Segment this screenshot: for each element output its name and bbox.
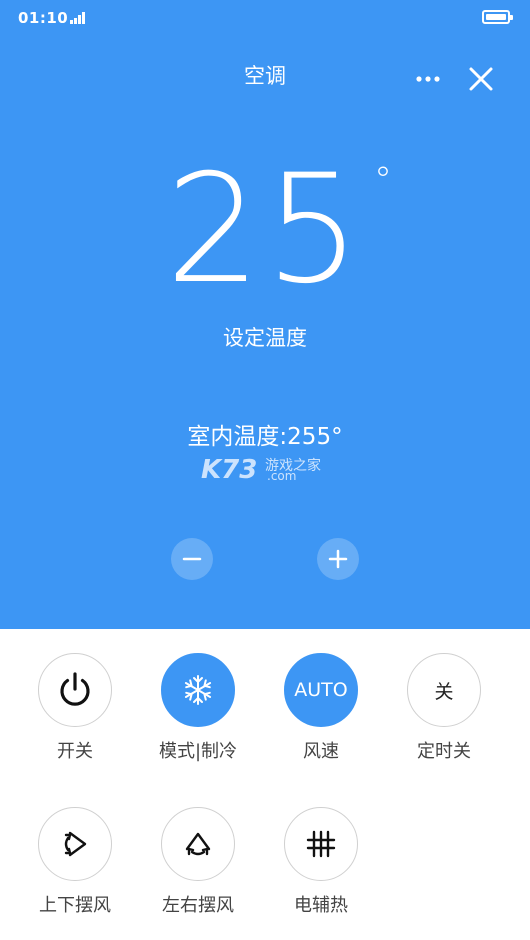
- power-button[interactable]: [38, 653, 112, 727]
- timer-off-control[interactable]: 关 定时关: [389, 653, 499, 763]
- vertical-swing-button[interactable]: [38, 807, 112, 881]
- horizontal-swing-icon: [185, 832, 211, 856]
- electric-heat-control[interactable]: 电辅热: [266, 807, 376, 917]
- set-temperature-label: 设定温度: [223, 326, 307, 350]
- increase-temperature-button[interactable]: [317, 538, 359, 580]
- fan-speed-control[interactable]: AUTO 风速: [266, 653, 376, 763]
- fan-speed-label: 风速: [303, 741, 339, 762]
- mode-label: 模式|制冷: [158, 741, 238, 762]
- signal-icon: [70, 12, 88, 24]
- close-icon[interactable]: [467, 65, 495, 93]
- snowflake-icon: [184, 675, 212, 705]
- page-title: 空调: [244, 64, 286, 88]
- set-temperature-value: 25: [165, 143, 365, 317]
- battery-icon: [482, 10, 513, 24]
- minus-icon: [182, 557, 202, 561]
- status-time: 01:10: [18, 9, 69, 27]
- temperature-unit: °: [374, 160, 392, 201]
- power-label: 开关: [57, 741, 93, 762]
- header-panel: 01:10 空调 25 ° 设定温度 室内温度:255° K73 游戏之家 .c…: [0, 0, 530, 629]
- fan-speed-button[interactable]: AUTO: [284, 653, 358, 727]
- mode-button[interactable]: [161, 653, 235, 727]
- horizontal-swing-control[interactable]: 左右摆风: [143, 807, 253, 917]
- power-icon: [60, 672, 90, 706]
- timer-off-label: 定时关: [417, 741, 471, 762]
- vertical-swing-control[interactable]: 上下摆风: [20, 807, 130, 917]
- mode-control[interactable]: 模式|制冷: [143, 653, 253, 763]
- more-icon[interactable]: [414, 66, 442, 90]
- indoor-temperature: 室内温度:255°: [187, 424, 343, 450]
- watermark-brand: K73: [201, 455, 258, 485]
- horizontal-swing-button[interactable]: [161, 807, 235, 881]
- watermark-domain: .com: [267, 469, 297, 483]
- timer-off-value: 关: [434, 680, 454, 703]
- vertical-swing-label: 上下摆风: [39, 895, 111, 916]
- decrease-temperature-button[interactable]: [171, 538, 213, 580]
- fan-speed-value: AUTO: [294, 679, 348, 701]
- horizontal-swing-label: 左右摆风: [162, 895, 234, 916]
- electric-heat-label: 电辅热: [294, 895, 348, 916]
- heater-grid-icon: [306, 830, 336, 858]
- power-control[interactable]: 开关: [20, 653, 130, 763]
- vertical-swing-icon: [64, 831, 87, 857]
- plus-icon: [328, 549, 348, 569]
- electric-heat-button[interactable]: [284, 807, 358, 881]
- watermark-logo: K73 游戏之家 .com: [201, 455, 331, 485]
- timer-off-button[interactable]: 关: [407, 653, 481, 727]
